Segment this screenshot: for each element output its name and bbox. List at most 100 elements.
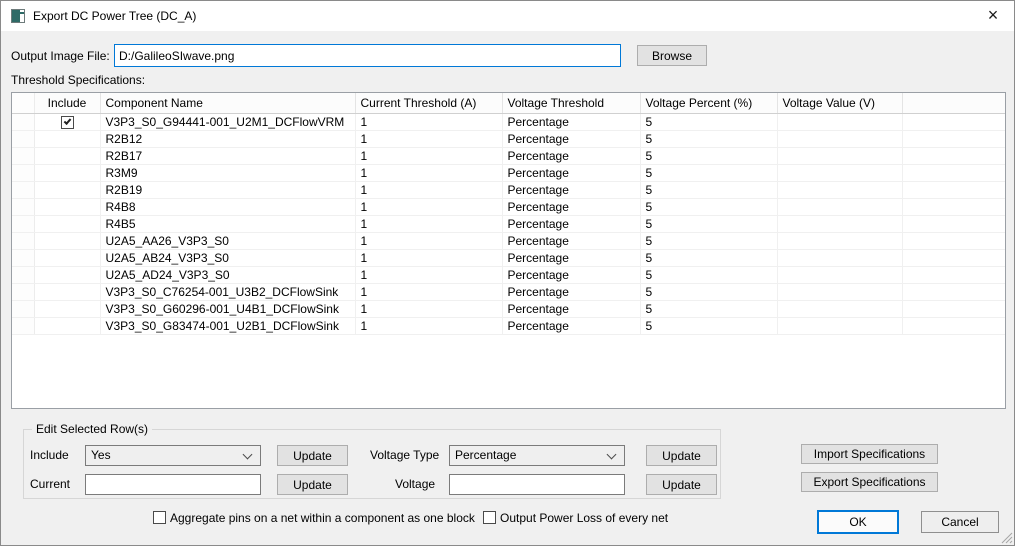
column-include[interactable]: Include xyxy=(34,93,101,114)
voltage-percent-cell[interactable]: 5 xyxy=(640,283,778,301)
current-threshold-cell[interactable]: 1 xyxy=(355,130,503,148)
aggregate-pins-checkbox[interactable] xyxy=(153,511,166,524)
component-name-cell[interactable]: R2B12 xyxy=(100,130,356,148)
voltage-value-cell[interactable] xyxy=(777,181,903,199)
voltage-percent-cell[interactable]: 5 xyxy=(640,181,778,199)
component-name-cell[interactable]: U2A5_AB24_V3P3_S0 xyxy=(100,249,356,267)
component-name-cell[interactable]: V3P3_S0_G94441-001_U2M1_DCFlowVRM xyxy=(100,113,356,131)
voltage-threshold-cell[interactable]: Percentage xyxy=(502,266,641,284)
voltage-threshold-cell[interactable]: Percentage xyxy=(502,181,641,199)
voltage-input[interactable] xyxy=(449,474,625,495)
update-current-button[interactable]: Update xyxy=(277,474,348,495)
current-threshold-cell[interactable]: 1 xyxy=(355,317,503,335)
current-threshold-cell[interactable]: 1 xyxy=(355,147,503,165)
voltage-percent-cell[interactable]: 5 xyxy=(640,130,778,148)
update-include-button[interactable]: Update xyxy=(277,445,348,466)
include-combobox[interactable]: Yes xyxy=(85,445,261,466)
update-voltage-button[interactable]: Update xyxy=(646,474,717,495)
include-cell[interactable] xyxy=(34,215,101,233)
current-threshold-cell[interactable]: 1 xyxy=(355,113,503,131)
component-name-cell[interactable]: U2A5_AA26_V3P3_S0 xyxy=(100,232,356,250)
output-image-file-input[interactable] xyxy=(114,44,621,67)
include-cell[interactable] xyxy=(34,147,101,165)
include-cell[interactable] xyxy=(34,283,101,301)
voltage-value-cell[interactable] xyxy=(777,317,903,335)
table-row[interactable]: V3P3_S0_G83474-001_U2B1_DCFlowSink 1 Perce… xyxy=(12,317,1005,335)
voltage-percent-cell[interactable]: 5 xyxy=(640,266,778,284)
resize-grip-icon[interactable] xyxy=(1000,531,1013,544)
voltage-threshold-cell[interactable]: Percentage xyxy=(502,130,641,148)
current-threshold-cell[interactable]: 1 xyxy=(355,215,503,233)
output-power-loss-checkbox[interactable] xyxy=(483,511,496,524)
table-row[interactable]: R2B19 1 Percentage 5 xyxy=(12,181,1005,199)
component-name-cell[interactable]: V3P3_S0_G83474-001_U2B1_DCFlowSink xyxy=(100,317,356,335)
voltage-value-cell[interactable] xyxy=(777,232,903,250)
include-cell[interactable] xyxy=(34,130,101,148)
threshold-specifications-table[interactable]: Include Component Name Current Threshold… xyxy=(11,92,1006,409)
voltage-threshold-cell[interactable]: Percentage xyxy=(502,317,641,335)
voltage-value-cell[interactable] xyxy=(777,113,903,131)
current-threshold-cell[interactable]: 1 xyxy=(355,232,503,250)
current-threshold-cell[interactable]: 1 xyxy=(355,181,503,199)
include-cell[interactable] xyxy=(34,300,101,318)
component-name-cell[interactable]: R4B8 xyxy=(100,198,356,216)
table-row[interactable]: V3P3_S0_C76254-001_U3B2_DCFlowSink 1 Perce… xyxy=(12,283,1005,301)
voltage-value-cell[interactable] xyxy=(777,300,903,318)
component-name-cell[interactable]: R4B5 xyxy=(100,215,356,233)
voltage-percent-cell[interactable]: 5 xyxy=(640,113,778,131)
voltage-value-cell[interactable] xyxy=(777,283,903,301)
update-voltage-type-button[interactable]: Update xyxy=(646,445,717,466)
voltage-value-cell[interactable] xyxy=(777,215,903,233)
table-row[interactable]: V3P3_S0_G60296-001_U4B1_DCFlowSink 1 Perce… xyxy=(12,300,1005,318)
current-input[interactable] xyxy=(85,474,261,495)
import-specifications-button[interactable]: Import Specifications xyxy=(801,444,938,464)
voltage-threshold-cell[interactable]: Percentage xyxy=(502,249,641,267)
component-name-cell[interactable]: R2B19 xyxy=(100,181,356,199)
current-threshold-cell[interactable]: 1 xyxy=(355,198,503,216)
voltage-percent-cell[interactable]: 5 xyxy=(640,147,778,165)
browse-button[interactable]: Browse xyxy=(637,45,707,66)
voltage-value-cell[interactable] xyxy=(777,147,903,165)
voltage-threshold-cell[interactable]: Percentage xyxy=(502,198,641,216)
voltage-value-cell[interactable] xyxy=(777,198,903,216)
table-row[interactable]: R4B8 1 Percentage 5 xyxy=(12,198,1005,216)
table-row[interactable]: U2A5_AD24_V3P3_S0 1 Percentage 5 xyxy=(12,266,1005,284)
table-row[interactable]: R4B5 1 Percentage 5 xyxy=(12,215,1005,233)
column-voltage-threshold[interactable]: Voltage Threshold xyxy=(502,93,641,114)
include-cell[interactable] xyxy=(34,181,101,199)
column-voltage-value[interactable]: Voltage Value (V) xyxy=(777,93,903,114)
current-threshold-cell[interactable]: 1 xyxy=(355,300,503,318)
component-name-cell[interactable]: R2B17 xyxy=(100,147,356,165)
current-threshold-cell[interactable]: 1 xyxy=(355,283,503,301)
voltage-type-combobox[interactable]: Percentage xyxy=(449,445,625,466)
column-voltage-percent[interactable]: Voltage Percent (%) xyxy=(640,93,778,114)
current-threshold-cell[interactable]: 1 xyxy=(355,266,503,284)
current-threshold-cell[interactable]: 1 xyxy=(355,164,503,182)
voltage-value-cell[interactable] xyxy=(777,130,903,148)
column-current-threshold[interactable]: Current Threshold (A) xyxy=(355,93,503,114)
voltage-percent-cell[interactable]: 5 xyxy=(640,215,778,233)
voltage-threshold-cell[interactable]: Percentage xyxy=(502,113,641,131)
voltage-percent-cell[interactable]: 5 xyxy=(640,249,778,267)
voltage-value-cell[interactable] xyxy=(777,266,903,284)
include-cell[interactable] xyxy=(34,232,101,250)
table-row[interactable]: V3P3_S0_G94441-001_U2M1_DCFlowVRM 1 Percen… xyxy=(12,113,1005,131)
voltage-value-cell[interactable] xyxy=(777,249,903,267)
voltage-threshold-cell[interactable]: Percentage xyxy=(502,232,641,250)
include-cell[interactable] xyxy=(34,113,101,131)
include-cell[interactable] xyxy=(34,266,101,284)
close-icon[interactable]: × xyxy=(982,4,1004,26)
voltage-threshold-cell[interactable]: Percentage xyxy=(502,283,641,301)
component-name-cell[interactable]: R3M9 xyxy=(100,164,356,182)
voltage-percent-cell[interactable]: 5 xyxy=(640,164,778,182)
cancel-button[interactable]: Cancel xyxy=(921,511,999,533)
include-cell[interactable] xyxy=(34,317,101,335)
table-row[interactable]: U2A5_AA26_V3P3_S0 1 Percentage 5 xyxy=(12,232,1005,250)
voltage-value-cell[interactable] xyxy=(777,164,903,182)
voltage-threshold-cell[interactable]: Percentage xyxy=(502,147,641,165)
include-cell[interactable] xyxy=(34,198,101,216)
table-row[interactable]: R2B12 1 Percentage 5 xyxy=(12,130,1005,148)
voltage-threshold-cell[interactable]: Percentage xyxy=(502,164,641,182)
voltage-percent-cell[interactable]: 5 xyxy=(640,198,778,216)
component-name-cell[interactable]: V3P3_S0_G60296-001_U4B1_DCFlowSink xyxy=(100,300,356,318)
